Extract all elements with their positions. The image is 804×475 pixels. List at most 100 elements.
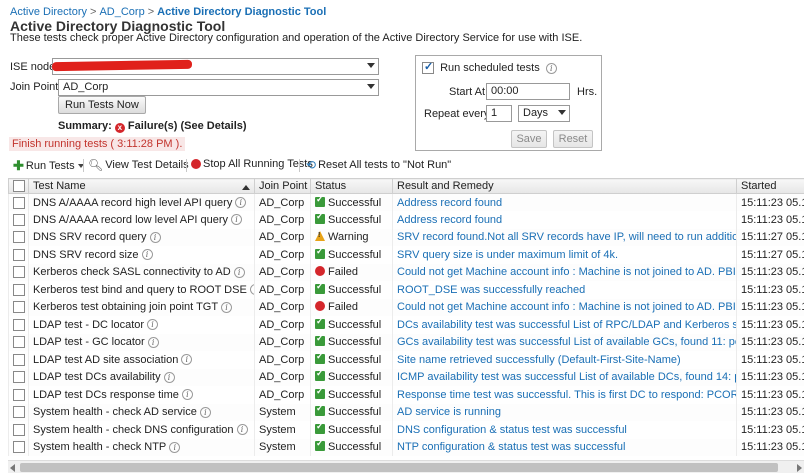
table-row[interactable]: DNS SRV record sizeiAD_CorpSuccessfulSRV… (8, 246, 804, 264)
select-all-checkbox[interactable] (13, 180, 25, 193)
row-select-cell (8, 316, 29, 334)
repeat-unit-select[interactable]: Days (518, 105, 570, 122)
result-link[interactable]: GCs availability test was successful Lis… (392, 333, 737, 351)
info-icon[interactable]: i (233, 266, 245, 278)
info-icon[interactable]: i (199, 406, 211, 418)
join-point-cell: AD_Corp (254, 333, 311, 351)
result-link[interactable]: Response time test was successful. This … (392, 386, 737, 404)
result-link[interactable]: Address record found (392, 211, 737, 229)
test-name-cell: Kerberos test bind and query to ROOT DSE… (28, 281, 255, 299)
info-icon[interactable]: i (231, 214, 243, 226)
result-link[interactable]: DCs availability test was successful Lis… (392, 316, 737, 334)
table-row[interactable]: DNS SRV record queryiAD_CorpWarningSRV r… (8, 228, 804, 246)
horizontal-scrollbar[interactable] (8, 460, 804, 473)
test-name: DNS SRV record size (33, 248, 139, 261)
table-row[interactable]: System health - check DNS configuration i… (8, 421, 804, 439)
row-checkbox[interactable] (13, 441, 25, 454)
result-link[interactable]: SRV record found.Not all SRV records hav… (392, 228, 737, 246)
info-icon[interactable]: i (141, 249, 153, 261)
table-row[interactable]: Kerberos test bind and query to ROOT DSE… (8, 281, 804, 299)
join-point-cell: AD_Corp (254, 193, 311, 211)
row-checkbox[interactable] (13, 353, 25, 366)
row-checkbox[interactable] (13, 301, 25, 314)
row-checkbox[interactable] (13, 388, 25, 401)
table-row[interactable]: LDAP test AD site associationiAD_CorpSuc… (8, 351, 804, 369)
start-at-input[interactable]: 00:00 (486, 83, 570, 100)
info-icon[interactable]: i (221, 301, 233, 313)
info-icon[interactable]: i (147, 319, 159, 331)
column-header-result[interactable]: Result and Remedy (392, 178, 737, 194)
row-checkbox[interactable] (13, 423, 25, 436)
result-link[interactable]: NTP configuration & status test was succ… (392, 438, 737, 456)
table-row[interactable]: Kerberos check SASL connectivity to AD i A… (8, 263, 804, 281)
scroll-left-icon[interactable] (10, 464, 15, 472)
column-header-status[interactable]: Status (310, 178, 393, 194)
table-row[interactable]: System health - check AD serviceiSystemS… (8, 403, 804, 421)
result-link[interactable]: DNS configuration & status test was succ… (392, 421, 737, 439)
result-link[interactable]: SRV query size is under maximum limit of… (392, 246, 737, 264)
join-point-cell: AD_Corp (254, 263, 311, 281)
table-row[interactable]: Kerberos test obtaining join point TGT i A… (8, 298, 804, 316)
table-row[interactable]: System health - check NTPiSystemSuccessf… (8, 438, 804, 456)
row-checkbox[interactable] (13, 248, 25, 261)
stop-all-running-tests-button[interactable]: Stop All Running Tests (191, 158, 313, 170)
started-cell: 15:11:23 05.10 (736, 263, 804, 281)
info-icon[interactable]: i (235, 197, 247, 209)
row-checkbox[interactable] (13, 266, 25, 279)
check-icon (315, 351, 325, 364)
result-link[interactable]: AD service is running (392, 403, 737, 421)
row-checkbox[interactable] (13, 318, 25, 331)
info-icon[interactable]: i (545, 62, 557, 74)
reset-all-tests-button[interactable]: ⟲ Reset All tests to "Not Run" (306, 158, 451, 172)
row-checkbox[interactable] (13, 283, 25, 296)
failed-icon (315, 301, 325, 312)
result-link[interactable]: Site name retrieved successfully (Defaul… (392, 351, 737, 369)
row-checkbox[interactable] (13, 231, 25, 244)
table-row[interactable]: LDAP test DCs response timeiAD_CorpSucce… (8, 386, 804, 404)
result-link[interactable]: ROOT_DSE was successfully reached (392, 281, 737, 299)
status-cell: Successful (310, 403, 393, 421)
breadcrumb-link-ad-corp[interactable]: AD_Corp (99, 6, 144, 18)
save-button[interactable]: Save (511, 130, 547, 148)
row-checkbox[interactable] (13, 213, 25, 226)
row-checkbox[interactable] (13, 406, 25, 419)
test-name: LDAP test - DC locator (33, 318, 145, 331)
info-icon[interactable]: i (181, 354, 193, 366)
run-tests-now-button[interactable]: Run Tests Now (58, 96, 146, 114)
see-details-link[interactable]: (See Details) (181, 120, 247, 132)
result-link[interactable]: ICMP availability test was successful Li… (392, 368, 737, 386)
summary-label: Summary: (58, 120, 112, 132)
column-header-test-name[interactable]: Test Name (28, 178, 255, 194)
breadcrumb-link-active-directory[interactable]: Active Directory (10, 6, 87, 18)
row-checkbox[interactable] (13, 196, 25, 209)
info-icon[interactable]: i (147, 336, 159, 348)
table-row[interactable]: LDAP test DCs availabilityiAD_CorpSucces… (8, 368, 804, 386)
info-icon[interactable]: i (249, 284, 254, 296)
result-link[interactable]: Address record found (392, 193, 737, 211)
join-point-select[interactable]: AD_Corp (58, 79, 379, 96)
scroll-right-icon[interactable] (797, 464, 802, 472)
view-test-details-menu[interactable]: 🔍︎ View Test Details (88, 158, 198, 172)
table-row[interactable]: DNS A/AAAA record low level API query i AD… (8, 211, 804, 229)
run-tests-menu[interactable]: ✚ Run Tests (13, 158, 84, 174)
test-name: System health - check DNS configuration (33, 423, 234, 436)
column-header-started[interactable]: Started (736, 178, 804, 194)
result-link[interactable]: Could not get Machine account info : Mac… (392, 263, 737, 281)
result-link[interactable]: Could not get Machine account info : Mac… (392, 298, 737, 316)
reset-button[interactable]: Reset (553, 130, 593, 148)
info-icon[interactable]: i (169, 441, 181, 453)
check-icon (315, 281, 325, 294)
scrollbar-thumb[interactable] (20, 463, 778, 472)
table-row[interactable]: LDAP test - DC locatoriAD_CorpSuccessful… (8, 316, 804, 334)
run-scheduled-checkbox[interactable] (422, 60, 434, 75)
table-row[interactable]: LDAP test - GC locatoriAD_CorpSuccessful… (8, 333, 804, 351)
column-header-join-point[interactable]: Join Point (254, 178, 311, 194)
row-checkbox[interactable] (13, 371, 25, 384)
info-icon[interactable]: i (236, 424, 248, 436)
table-row[interactable]: DNS A/AAAA record high level API query i A… (8, 193, 804, 211)
repeat-value-input[interactable]: 1 (486, 105, 512, 122)
row-checkbox[interactable] (13, 336, 25, 349)
info-icon[interactable]: i (149, 231, 161, 243)
info-icon[interactable]: i (163, 371, 175, 383)
info-icon[interactable]: i (181, 389, 193, 401)
